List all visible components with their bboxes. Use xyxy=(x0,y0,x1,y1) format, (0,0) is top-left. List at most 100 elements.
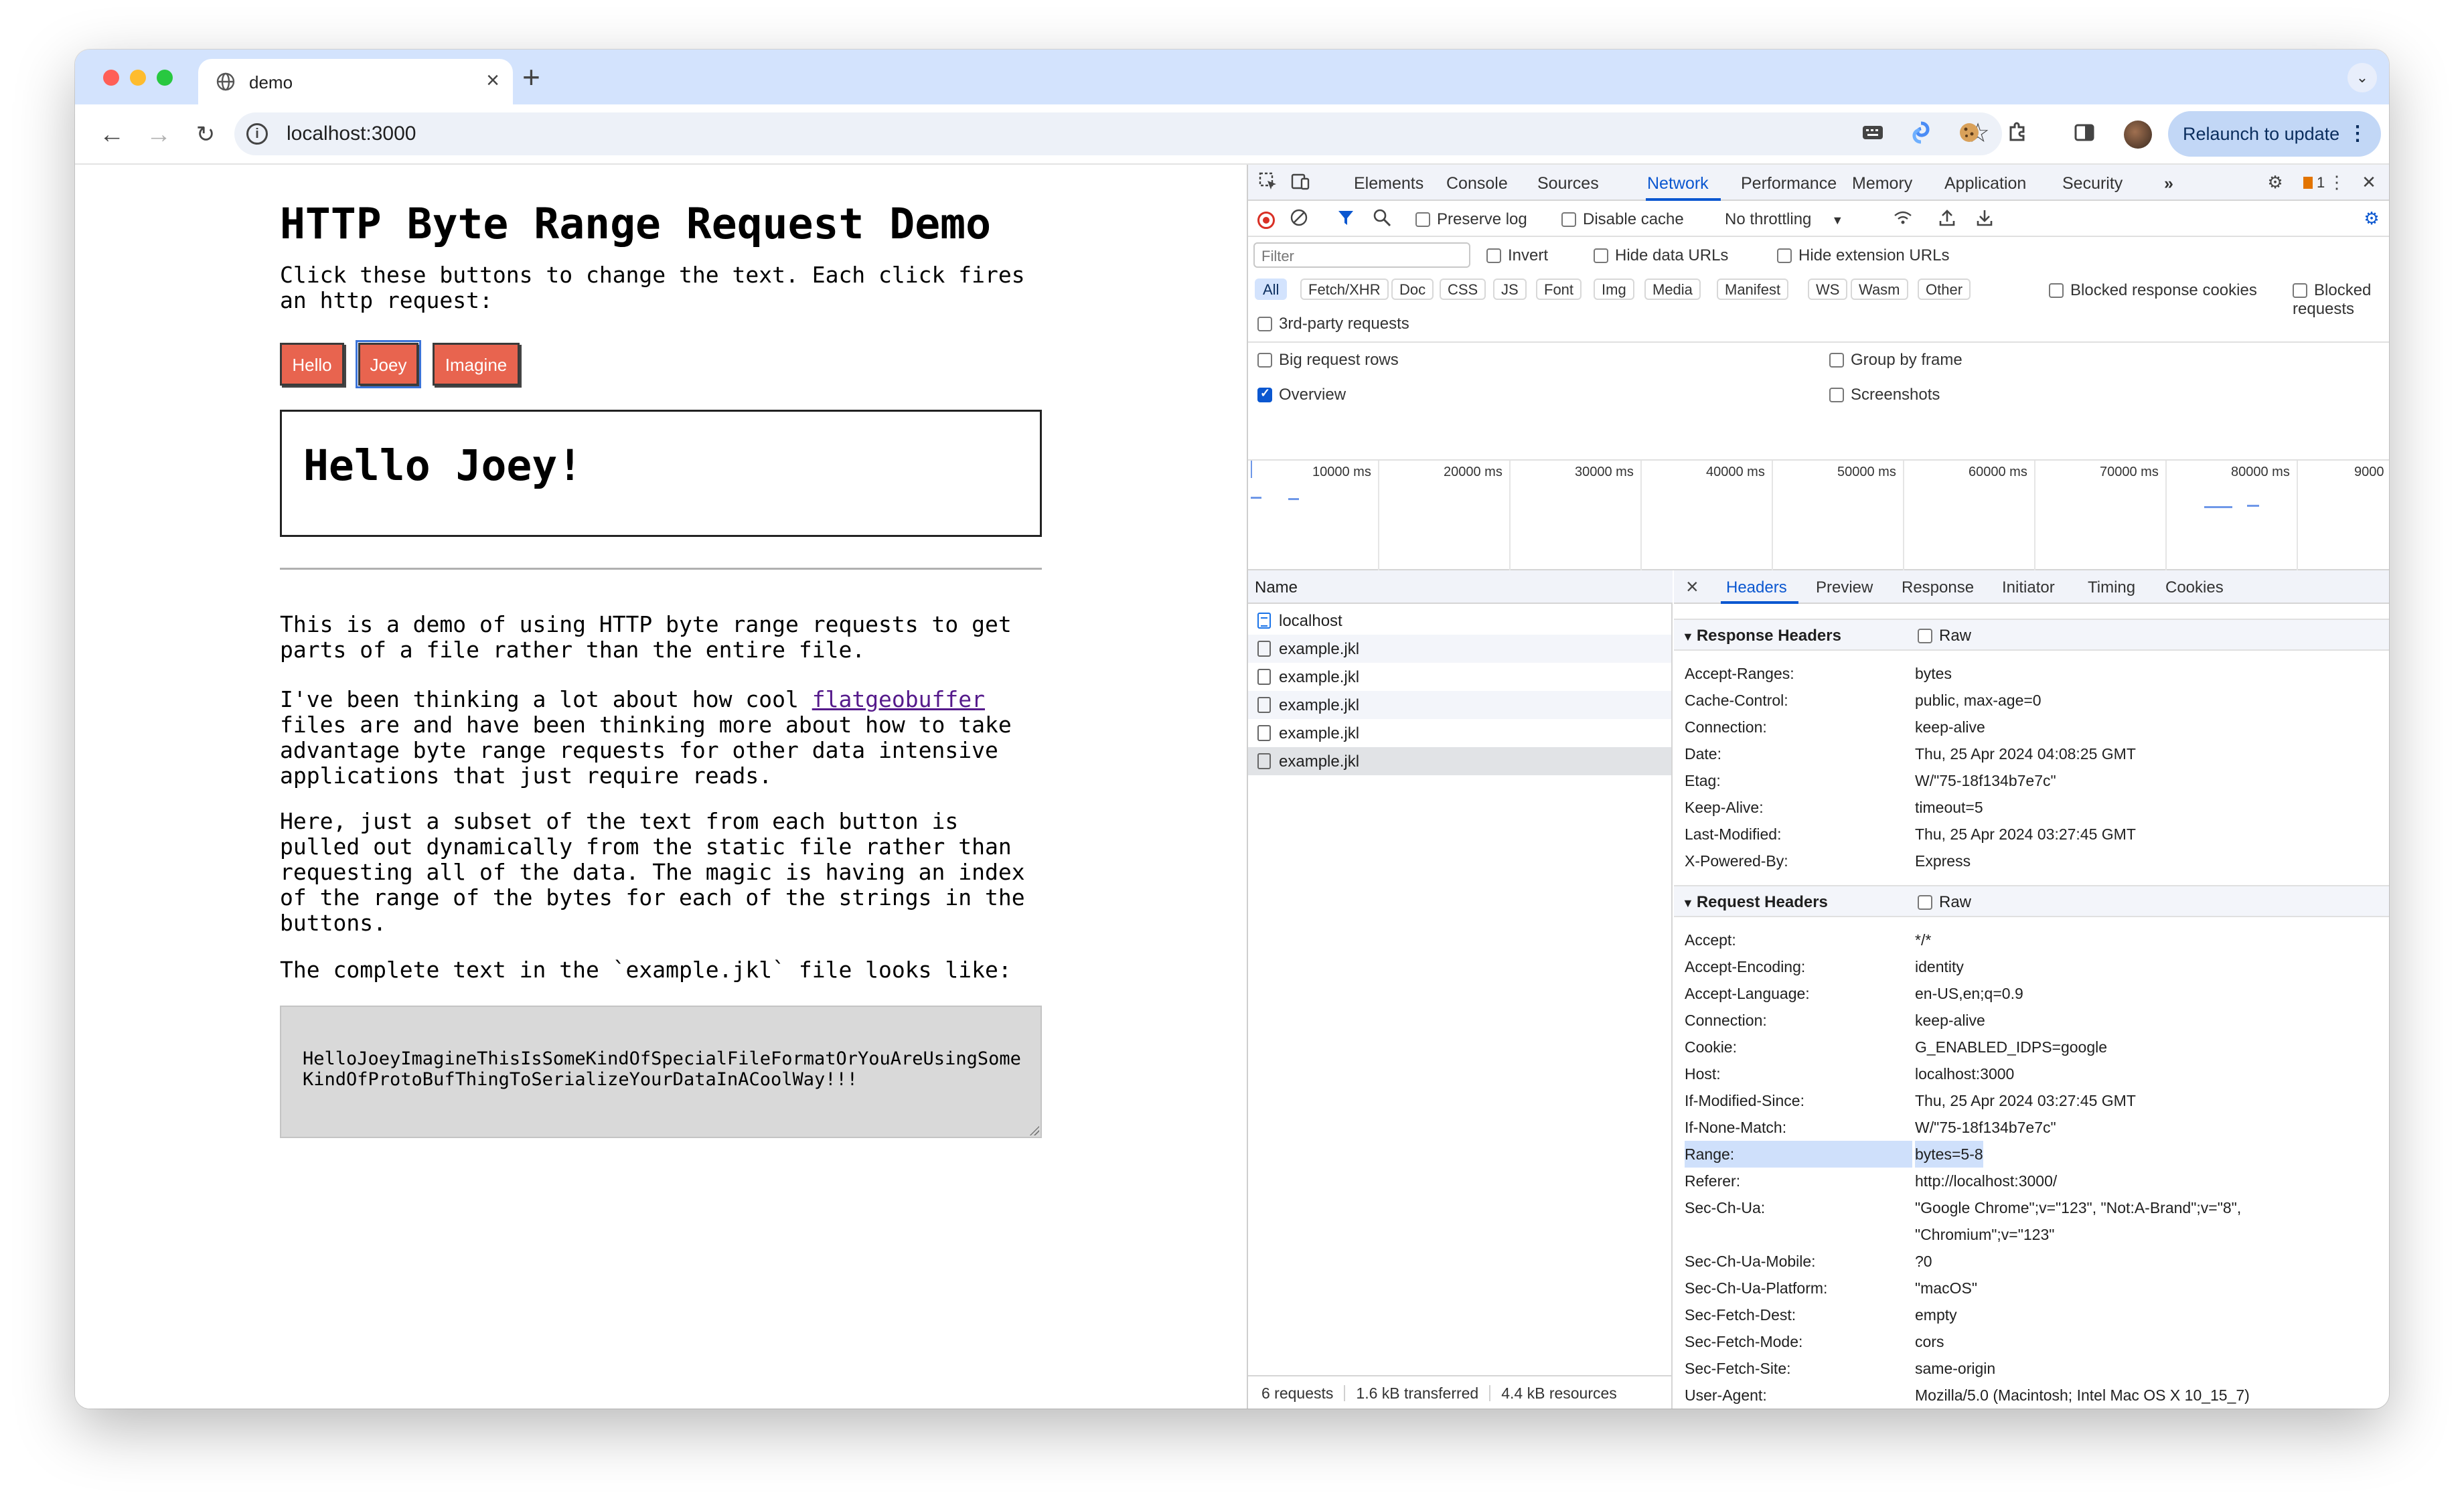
reload-button[interactable]: ↻ xyxy=(189,118,222,151)
side-panel-icon[interactable] xyxy=(2070,121,2098,149)
export-har-icon[interactable] xyxy=(1974,208,1995,229)
site-info-icon[interactable]: i xyxy=(246,123,268,145)
maximize-window-button[interactable] xyxy=(157,70,173,86)
search-icon[interactable] xyxy=(1371,208,1393,229)
extension-cookie-icon[interactable] xyxy=(1955,121,1983,149)
back-button[interactable]: ← xyxy=(95,118,129,151)
flatgeobuffer-link[interactable]: flatgeobuffer xyxy=(812,686,985,712)
throttling-select[interactable]: No throttling ▼ xyxy=(1725,210,1843,229)
blocked-requests-checkbox[interactable]: Blocked requests xyxy=(2293,281,2389,319)
type-chip-css[interactable]: CSS xyxy=(1440,279,1486,300)
extensions-puzzle-icon[interactable] xyxy=(2003,121,2031,149)
detail-tab-initiator[interactable]: Initiator xyxy=(2002,578,2055,597)
filter-icon[interactable] xyxy=(1335,208,1357,229)
devtools-tab-application[interactable]: Application xyxy=(1944,174,2026,193)
device-toolbar-icon[interactable] xyxy=(1290,171,1311,193)
request-row[interactable]: example.jkl xyxy=(1248,719,1671,747)
minimize-window-button[interactable] xyxy=(130,70,146,86)
forward-button[interactable]: → xyxy=(142,118,175,151)
profile-avatar[interactable] xyxy=(2124,121,2152,149)
type-chip-ws[interactable]: WS xyxy=(1808,279,1848,300)
network-overview-timeline[interactable]: 10000 ms 20000 ms 30000 ms 40000 ms 5000… xyxy=(1248,459,2389,570)
hello-button[interactable]: Hello xyxy=(280,343,344,386)
group-by-frame-checkbox[interactable]: Group by frame xyxy=(1829,351,1962,370)
resize-handle[interactable] xyxy=(1028,1125,1039,1135)
type-chip-font[interactable]: Font xyxy=(1536,279,1582,300)
relaunch-to-update-button[interactable]: Relaunch to update ⋮ xyxy=(2168,111,2381,157)
more-tabs-icon[interactable]: » xyxy=(2164,174,2173,193)
active-tab-indicator xyxy=(1721,601,1798,604)
request-row[interactable]: example.jkl xyxy=(1248,663,1671,691)
import-har-icon[interactable] xyxy=(1936,208,1958,229)
detail-tab-cookies[interactable]: Cookies xyxy=(2165,578,2224,597)
type-chip-media[interactable]: Media xyxy=(1644,279,1701,300)
big-request-rows-checkbox[interactable]: Big request rows xyxy=(1257,351,1399,370)
file-content-textarea[interactable]: HelloJoeyImagineThisIsSomeKindOfSpecialF… xyxy=(280,1006,1042,1138)
clear-icon[interactable] xyxy=(1288,208,1310,229)
type-chip-img[interactable]: Img xyxy=(1594,279,1634,300)
overview-label: Overview xyxy=(1279,386,1346,404)
inspect-element-icon[interactable] xyxy=(1257,171,1279,193)
hide-data-urls-checkbox[interactable]: Hide data URLs xyxy=(1594,246,1728,265)
tab-search-icon[interactable]: ⌄ xyxy=(2347,63,2377,92)
joey-button[interactable]: Joey xyxy=(356,340,421,388)
settings-gear-icon[interactable]: ⚙ xyxy=(2264,171,2286,193)
extension-swirl-icon[interactable] xyxy=(1907,121,1935,149)
blocked-response-cookies-checkbox[interactable]: Blocked response cookies xyxy=(2049,281,2257,300)
name-column-header[interactable]: Name xyxy=(1248,570,1673,604)
network-settings-icon[interactable]: ⚙ xyxy=(2361,208,2382,229)
record-icon[interactable] xyxy=(1257,212,1275,229)
screenshots-checkbox[interactable]: Screenshots xyxy=(1829,386,1940,404)
response-headers-section[interactable]: ▼ Response Headers Raw xyxy=(1674,619,2389,651)
type-chip-js[interactable]: JS xyxy=(1493,279,1527,300)
type-chip-other[interactable]: Other xyxy=(1918,279,1971,300)
devtools-tab-performance[interactable]: Performance xyxy=(1741,174,1837,193)
request-row[interactable]: example.jkl xyxy=(1248,635,1671,663)
close-detail-icon[interactable]: × xyxy=(1686,574,1699,599)
detail-tab-preview[interactable]: Preview xyxy=(1816,578,1873,597)
overview-checkbox[interactable]: Overview xyxy=(1257,386,1346,404)
disable-cache-checkbox[interactable]: Disable cache xyxy=(1561,210,1684,229)
request-row[interactable]: example.jkl xyxy=(1248,691,1671,719)
new-tab-button[interactable]: + xyxy=(522,60,540,94)
raw-toggle[interactable]: Raw xyxy=(1918,893,1971,912)
preserve-log-checkbox[interactable]: Preserve log xyxy=(1415,210,1527,229)
browser-tab[interactable]: demo × xyxy=(198,59,513,104)
detail-tab-headers[interactable]: Headers xyxy=(1726,578,1787,597)
imagine-button[interactable]: Imagine xyxy=(433,343,520,386)
extension-keyboard-icon[interactable] xyxy=(1859,121,1887,149)
header-name: Sec-Ch-Ua-Platform: xyxy=(1685,1279,1828,1297)
devtools-tab-security[interactable]: Security xyxy=(2062,174,2123,193)
type-chip-fetch-xhr[interactable]: Fetch/XHR xyxy=(1300,279,1389,300)
hide-extension-urls-checkbox[interactable]: Hide extension URLs xyxy=(1777,246,1949,265)
type-chip-all[interactable]: All xyxy=(1255,279,1288,300)
devtools-tab-console[interactable]: Console xyxy=(1446,174,1508,193)
detail-tab-response[interactable]: Response xyxy=(1902,578,1974,597)
raw-toggle[interactable]: Raw xyxy=(1918,627,1971,645)
invert-checkbox[interactable]: Invert xyxy=(1486,246,1548,265)
close-tab-icon[interactable]: × xyxy=(486,68,499,92)
devtools-tab-sources[interactable]: Sources xyxy=(1537,174,1599,193)
issues-count: 1 xyxy=(2317,174,2325,191)
request-headers-section[interactable]: ▼ Request Headers Raw xyxy=(1674,885,2389,917)
address-bar[interactable]: i localhost:3000 ☆ xyxy=(234,112,2002,155)
url-text[interactable]: localhost:3000 xyxy=(287,123,416,145)
type-chip-wasm[interactable]: Wasm xyxy=(1851,279,1908,300)
request-row-selected[interactable]: example.jkl xyxy=(1248,747,1671,775)
close-window-button[interactable] xyxy=(103,70,119,86)
type-chip-manifest[interactable]: Manifest xyxy=(1717,279,1789,300)
devtools-tab-network[interactable]: Network xyxy=(1647,174,1709,193)
type-chip-doc[interactable]: Doc xyxy=(1391,279,1434,300)
devtools-tab-memory[interactable]: Memory xyxy=(1852,174,1912,193)
issues-badge[interactable]: 1 xyxy=(2303,174,2325,191)
request-row-localhost[interactable]: localhost xyxy=(1248,607,1671,635)
filter-input[interactable]: Filter xyxy=(1253,242,1470,268)
devtools-tab-elements[interactable]: Elements xyxy=(1354,174,1423,193)
network-conditions-icon[interactable] xyxy=(1892,208,1914,229)
header-row: Sec-Ch-Ua: "Google Chrome";v="123", "Not:… xyxy=(1685,1194,2381,1248)
devtools-menu-icon[interactable]: ⋮ xyxy=(2326,171,2347,193)
menu-dots-icon[interactable]: ⋮ xyxy=(2347,111,2368,157)
third-party-checkbox[interactable]: 3rd-party requests xyxy=(1257,315,1409,333)
detail-tab-timing[interactable]: Timing xyxy=(2088,578,2135,597)
close-devtools-icon[interactable]: ✕ xyxy=(2358,171,2380,193)
